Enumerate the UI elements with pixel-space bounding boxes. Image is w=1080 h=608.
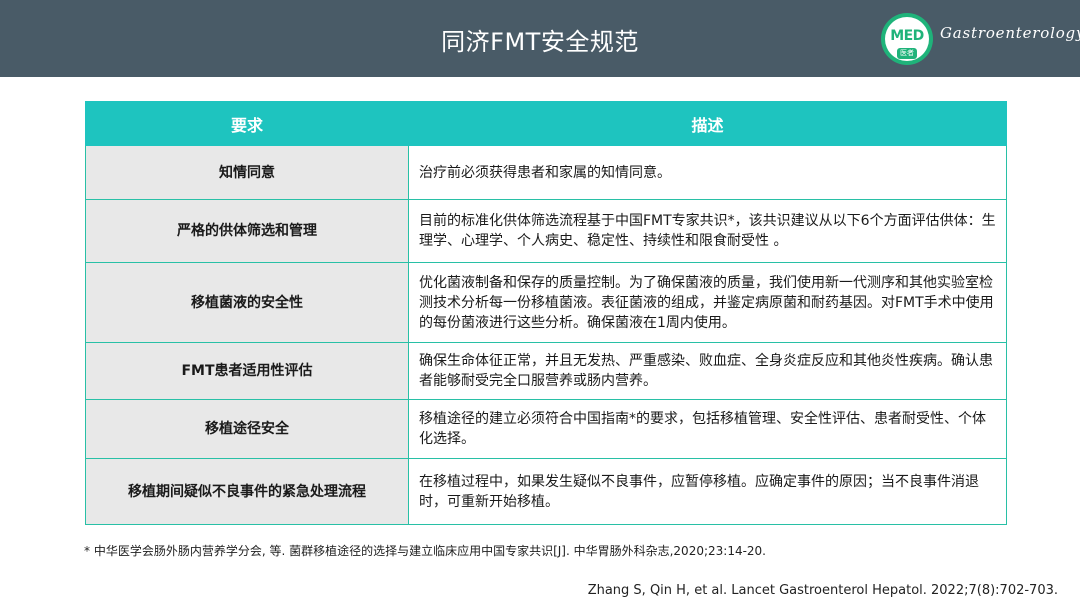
- description-cell: 目前的标准化供体筛选流程基于中国FMT专家共识*，该共识建议从以下6个方面评估供…: [408, 199, 1007, 263]
- med-logo-icon: MED 医者: [881, 13, 933, 65]
- description-cell: 治疗前必须获得患者和家属的知情同意。: [408, 145, 1007, 200]
- footnote: * 中华医学会肠外肠内营养学分会, 等. 菌群移植途径的选择与建立临床应用中国专…: [84, 544, 767, 558]
- header-bar: 同济FMT安全规范 MED 医者 Gastroenterology: [0, 0, 1080, 77]
- requirement-cell: FMT患者适用性评估: [85, 342, 409, 400]
- requirement-cell: 移植期间疑似不良事件的紧急处理流程: [85, 458, 409, 525]
- description-cell: 在移植过程中，如果发生疑似不良事件，应暂停移植。应确定事件的原因；当不良事件消退…: [408, 458, 1007, 525]
- description-cell: 移植途径的建立必须符合中国指南*的要求，包括移植管理、安全性评估、患者耐受性、个…: [408, 399, 1007, 459]
- table-row: 严格的供体筛选和管理 目前的标准化供体筛选流程基于中国FMT专家共识*，该共识建…: [85, 199, 1007, 263]
- description-cell: 优化菌液制备和保存的质量控制。为了确保菌液的质量，我们使用新一代测序和其他实验室…: [408, 262, 1007, 343]
- requirement-cell: 移植菌液的安全性: [85, 262, 409, 343]
- requirement-cell: 严格的供体筛选和管理: [85, 199, 409, 263]
- logo-sub: 医者: [897, 48, 917, 59]
- brand-name: Gastroenterology: [940, 24, 1080, 42]
- requirement-cell: 知情同意: [85, 145, 409, 200]
- table-row: 移植途径安全 移植途径的建立必须符合中国指南*的要求，包括移植管理、安全性评估、…: [85, 399, 1007, 459]
- citation: Zhang S, Qin H, et al. Lancet Gastroente…: [587, 583, 1058, 598]
- description-cell: 确保生命体征正常，并且无发热、严重感染、败血症、全身炎症反应和其他炎性疾病。确认…: [408, 342, 1007, 400]
- requirement-cell: 移植途径安全: [85, 399, 409, 459]
- logo-text: MED: [890, 28, 924, 44]
- table-row: FMT患者适用性评估 确保生命体征正常，并且无发热、严重感染、败血症、全身炎症反…: [85, 342, 1007, 400]
- fmt-safety-table: 要求 描述 知情同意 治疗前必须获得患者和家属的知情同意。 严格的供体筛选和管理…: [85, 101, 1007, 525]
- column-header-description: 描述: [408, 101, 1007, 146]
- table-row: 移植期间疑似不良事件的紧急处理流程 在移植过程中，如果发生疑似不良事件，应暂停移…: [85, 458, 1007, 525]
- column-header-requirement: 要求: [85, 101, 409, 146]
- table-header-row: 要求 描述: [85, 101, 1007, 146]
- table-row: 移植菌液的安全性 优化菌液制备和保存的质量控制。为了确保菌液的质量，我们使用新一…: [85, 262, 1007, 343]
- table-row: 知情同意 治疗前必须获得患者和家属的知情同意。: [85, 145, 1007, 200]
